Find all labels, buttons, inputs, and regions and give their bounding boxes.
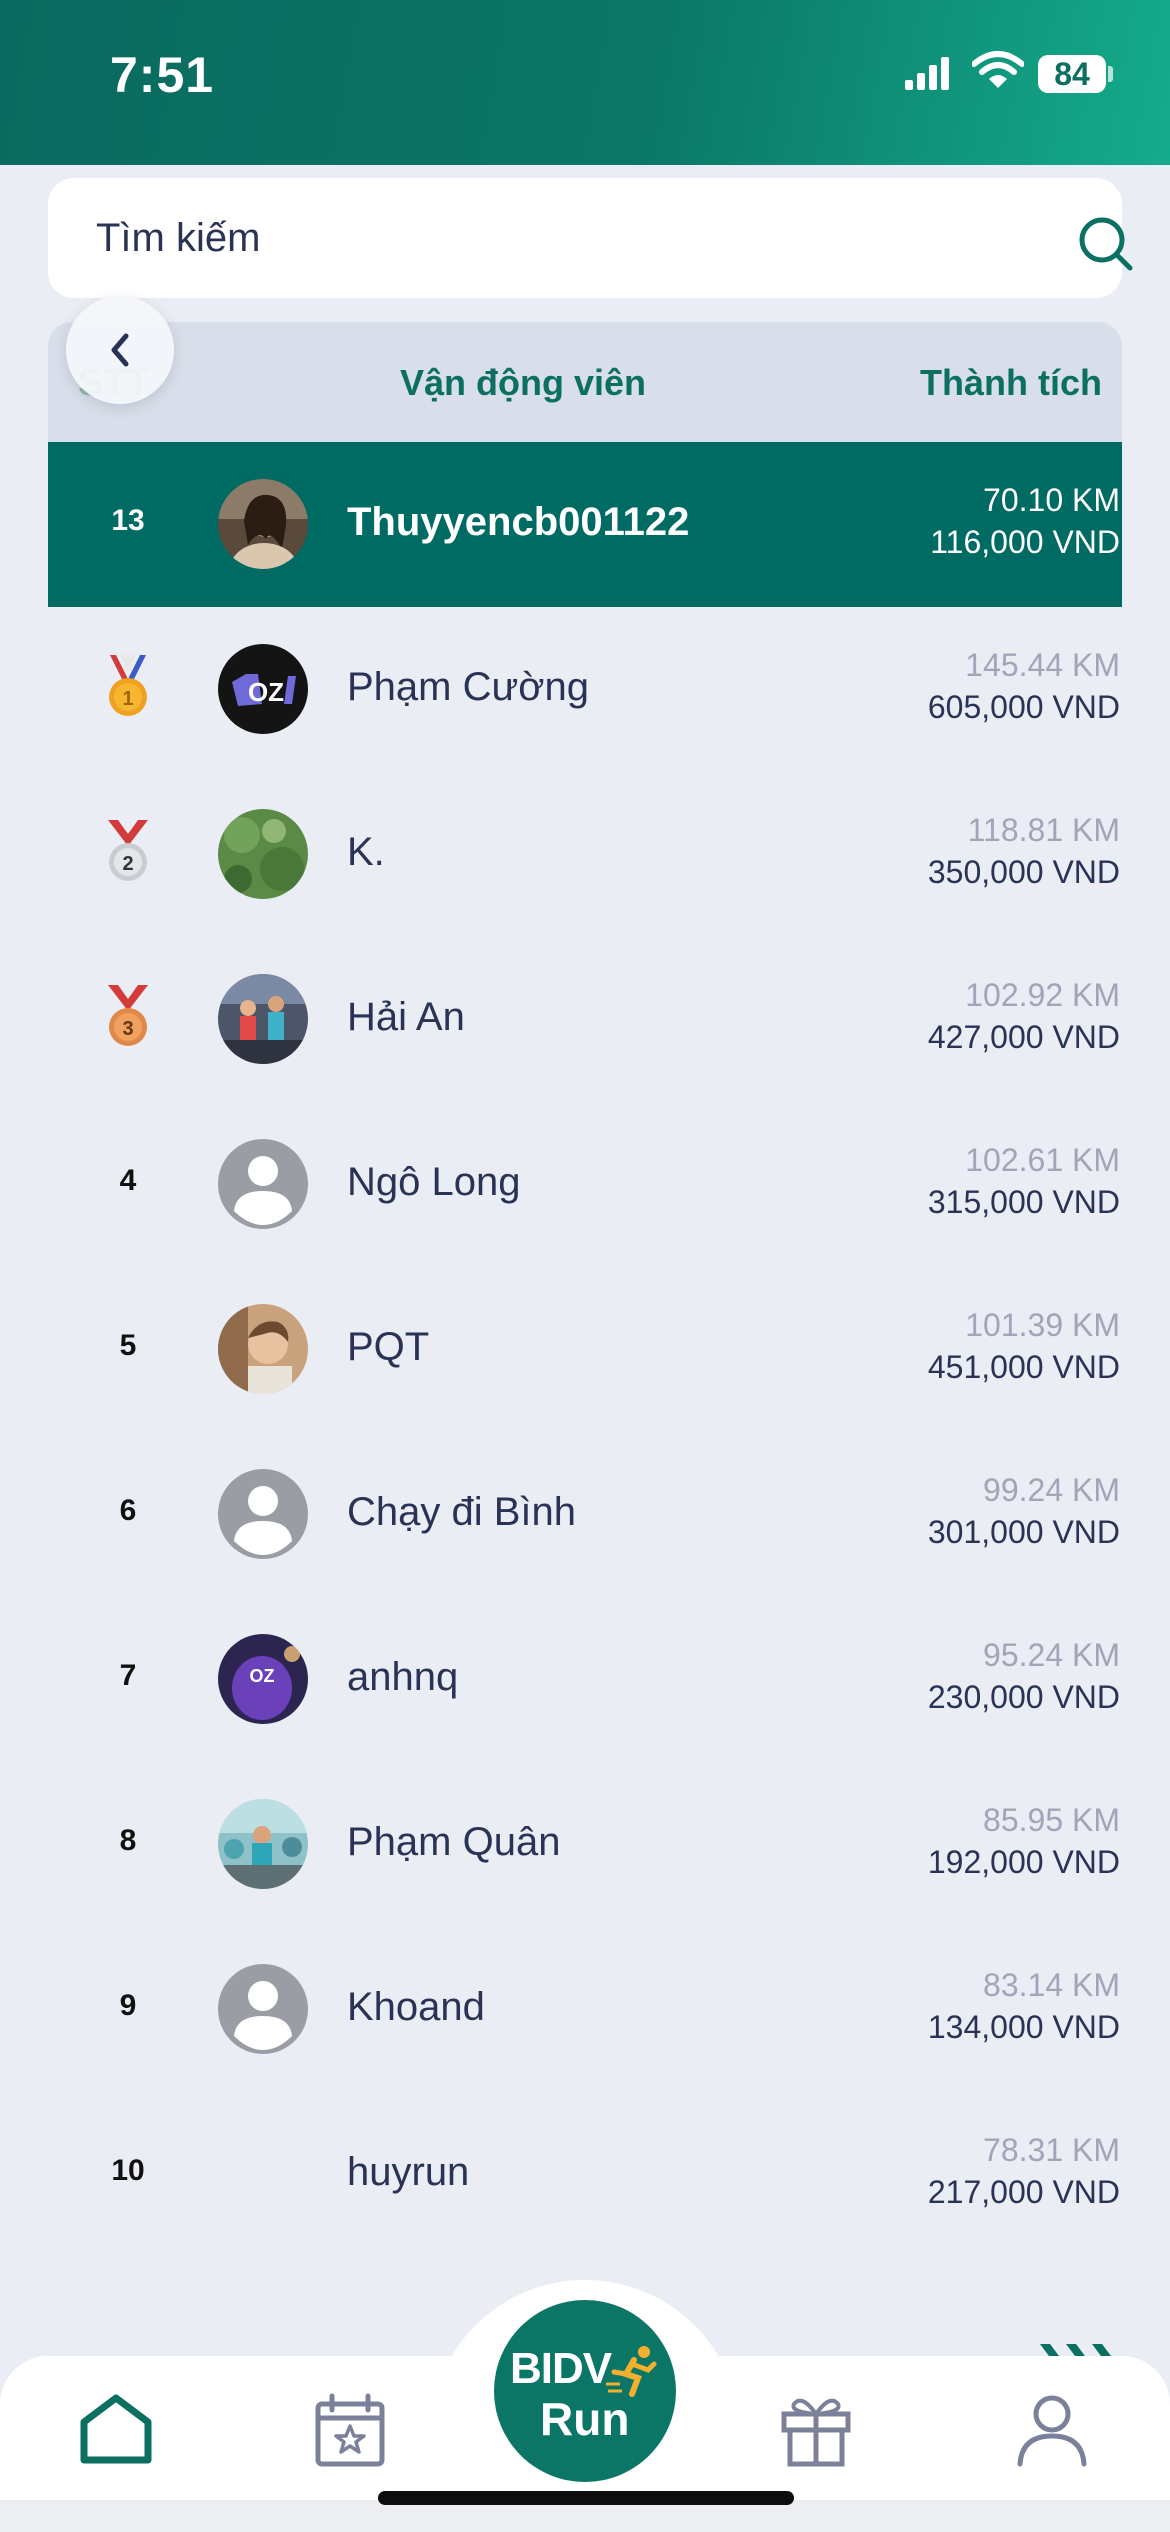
svg-text:OZ: OZ [248,677,284,707]
avatar [218,809,308,899]
logo-text-bidv: BIDV [510,2344,612,2393]
header-athlete: Vận động viên [400,362,647,403]
distance-km: 99.24 KM [983,1472,1120,1508]
amount-vnd: 451,000 VND [927,1349,1120,1385]
athlete-name: Phạm Cường [347,665,589,709]
distance-km: 102.61 KM [965,1142,1120,1178]
avatar [218,1799,308,1889]
leaderboard-row[interactable]: 10 huyrun 78.31 KM 217,000 VND [48,2092,1122,2257]
leaderboard-row[interactable]: 6 Chạy đi Bình 99.24 KM 301,000 VND [48,1432,1122,1597]
athlete-name: Khoand [347,1985,485,2029]
status-bar: 7:51 84 [0,0,1170,165]
svg-text:OZ: OZ [250,1666,275,1686]
svg-text:2: 2 [122,853,133,875]
status-time: 7:51 [110,47,215,103]
athlete-name: Hải An [347,995,465,1039]
search-icon[interactable] [1078,216,1134,272]
svg-text:1: 1 [122,688,133,710]
profile-icon[interactable] [1014,2392,1090,2468]
distance-km: 83.14 KM [983,1967,1120,2003]
leaderboard-row[interactable]: 9 Khoand 83.14 KM 134,000 VND [48,1927,1122,2092]
rank-number: 5 [119,1329,137,1362]
avatar [218,479,308,569]
leaderboard-row[interactable]: 2 K. 118.81 KM 350,000 VND [48,772,1122,937]
wifi-icon [972,51,1024,88]
amount-vnd: 301,000 VND [927,1514,1120,1550]
leaderboard-header: STT Vận động viên Thành tích [48,322,1122,442]
distance-km: 118.81 KM [967,812,1120,848]
default-avatar-icon [218,1964,308,2054]
default-avatar-icon [218,1139,308,1229]
athlete-name: Thuyyencb001122 [347,500,690,544]
distance-km: 145.44 KM [965,647,1120,683]
header-result: Thành tích [920,362,1102,403]
gold-medal-icon: 1 [109,655,147,716]
amount-vnd: 116,000 VND [930,524,1120,560]
athlete-name: Phạm Quân [347,1820,561,1864]
avatar [218,974,308,1064]
gift-icon[interactable] [780,2392,852,2468]
home-indicator [378,2491,794,2505]
athlete-name: anhnq [347,1655,459,1699]
rank-number: 8 [119,1824,137,1857]
rank-number: 9 [119,1989,137,2022]
search-input[interactable] [96,206,996,270]
rank-number: 10 [111,2154,145,2187]
athlete-name: Chạy đi Bình [347,1490,577,1534]
rank-number: 6 [119,1494,137,1527]
leaderboard-row[interactable]: 7 OZ anhnq 95.24 KM 230,000 VND [48,1597,1122,1762]
bronze-medal-icon: 3 [108,985,148,1046]
svg-text:3: 3 [122,1018,133,1040]
distance-km: 85.95 KM [983,1802,1120,1838]
amount-vnd: 217,000 VND [927,2174,1120,2210]
leaderboard-row[interactable]: 5 PQT 101.39 KM 451,000 VND [48,1267,1122,1432]
amount-vnd: 427,000 VND [927,1019,1120,1055]
athlete-name: PQT [347,1325,430,1369]
athlete-name: Ngô Long [347,1160,521,1204]
logo-text-run: Run [540,2393,630,2445]
calendar-star-icon[interactable] [314,2392,386,2468]
leaderboard-row[interactable]: 8 Phạm Quân 85.95 KM 192,000 VND [48,1762,1122,1927]
distance-km: 95.24 KM [983,1637,1120,1673]
amount-vnd: 350,000 VND [927,854,1120,890]
distance-km: 70.10 KM [983,482,1120,518]
leaderboard-row[interactable]: 1 OZ Phạm Cường 145.44 KM 605,000 VND [48,607,1122,772]
distance-km: 102.92 KM [965,977,1120,1013]
rank-number: 4 [119,1164,137,1197]
distance-km: 101.39 KM [965,1307,1120,1343]
cellular-signal-icon [905,57,949,90]
search-bar[interactable] [48,178,1133,298]
runner-icon [606,2346,657,2397]
amount-vnd: 192,000 VND [927,1844,1120,1880]
bidv-run-logo-button[interactable]: BIDV Run [494,2300,676,2482]
back-button[interactable] [66,296,174,404]
distance-km: 78.31 KM [983,2132,1120,2168]
current-user-row[interactable]: 13 Thuyyencb001122 70.10 KM 116,000 VND [48,442,1122,607]
avatar: OZ [218,644,308,734]
battery-tip [1108,66,1113,82]
rank-number: 13 [111,504,145,537]
silver-medal-icon: 2 [108,820,148,881]
chevron-left-icon [111,333,129,367]
amount-vnd: 134,000 VND [927,2009,1120,2045]
amount-vnd: 230,000 VND [927,1679,1120,1715]
amount-vnd: 605,000 VND [927,689,1120,725]
athlete-name: K. [347,830,385,874]
avatar: OZ [218,1634,308,1724]
leaderboard-row[interactable]: 4 Ngô Long 102.61 KM 315,000 VND [48,1102,1122,1267]
avatar [218,1304,308,1394]
home-icon[interactable] [78,2392,154,2466]
leaderboard-row[interactable]: 3 Hải An 102.92 KM 427,000 VND [48,937,1122,1102]
amount-vnd: 315,000 VND [927,1184,1120,1220]
athlete-name: huyrun [347,2150,470,2194]
rank-number: 7 [119,1659,137,1692]
default-avatar-icon [218,1469,308,1559]
battery-level: 84 [1038,55,1106,93]
leaderboard-list: 13 Thuyyencb001122 70.10 KM 116,000 VND … [48,442,1122,2257]
